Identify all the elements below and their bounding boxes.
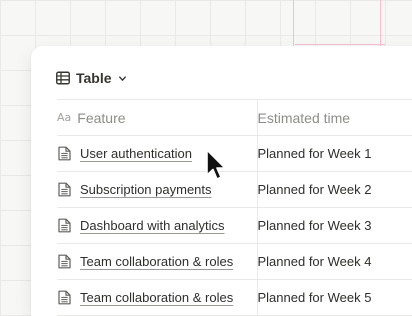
column-header-label: Feature (77, 109, 126, 126)
estimated-time-cell[interactable]: Planned for Week 5 (257, 279, 412, 316)
canvas-guide-line (380, 0, 381, 48)
database-table: Aa Feature Estimated time User authentic… (57, 99, 412, 316)
column-header-label: Estimated time (257, 109, 351, 126)
feature-page-link[interactable]: Subscription payments (80, 182, 212, 197)
canvas-guide-line (295, 44, 385, 45)
mouse-pointer-icon (206, 149, 226, 180)
document-icon (58, 146, 71, 161)
feature-page-link[interactable]: Team collaboration & roles (80, 290, 233, 305)
view-switcher[interactable]: Table (56, 68, 127, 88)
document-icon (58, 254, 71, 269)
estimated-time-cell[interactable]: Planned for Week 3 (257, 207, 412, 244)
table-row[interactable]: Team collaboration & roles Planned for We… (57, 243, 412, 280)
estimated-time-cell[interactable]: Planned for Week 2 (257, 171, 412, 208)
feature-cell[interactable]: Dashboard with analytics (57, 207, 258, 244)
feature-page-link[interactable]: Dashboard with analytics (80, 218, 225, 233)
table-header-row: Aa Feature Estimated time (57, 99, 412, 136)
document-icon (58, 290, 71, 305)
table-row[interactable]: Subscription payments Planned for Week 2 (57, 171, 412, 208)
estimated-time-cell[interactable]: Planned for Week 1 (257, 135, 412, 172)
chevron-down-icon (118, 75, 126, 81)
estimated-time-cell[interactable]: Planned for Week 4 (257, 243, 412, 280)
table-row[interactable]: Team collaboration & roles Planned for We… (57, 279, 412, 316)
document-icon (58, 182, 71, 197)
table-row[interactable]: Dashboard with analytics Planned for Week… (57, 207, 412, 244)
feature-cell[interactable]: Team collaboration & roles (57, 279, 258, 316)
canvas-guide-line (293, 0, 294, 48)
document-icon (58, 218, 71, 233)
column-header-estimated-time[interactable]: Estimated time (257, 99, 412, 136)
text-property-icon: Aa (57, 111, 72, 124)
table-row[interactable]: User authentication Planned for Week 1 (57, 135, 412, 172)
feature-page-link[interactable]: User authentication (80, 146, 192, 161)
table-grid-icon (56, 71, 70, 85)
view-label: Table (76, 70, 112, 86)
feature-cell[interactable]: Team collaboration & roles (57, 243, 258, 280)
column-header-feature[interactable]: Aa Feature (57, 99, 258, 136)
feature-page-link[interactable]: Team collaboration & roles (80, 254, 233, 269)
